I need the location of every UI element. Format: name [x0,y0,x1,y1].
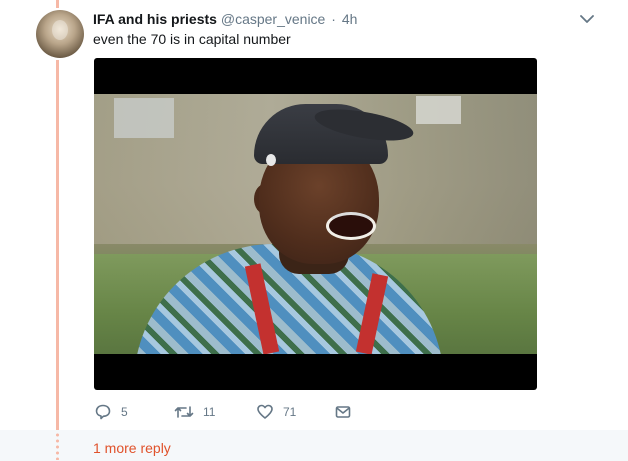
tweet-header: IFA and his priests @casper_venice · 4h [93,10,357,28]
retweet-icon [174,403,194,421]
avatar[interactable] [36,10,84,58]
reply-count: 5 [121,405,128,419]
chevron-down-icon[interactable] [578,10,596,28]
video-still [94,94,537,354]
reply-icon [94,403,112,421]
separator-dot: · [331,11,336,27]
direct-message-button[interactable] [334,402,352,422]
like-button[interactable]: 71 [256,402,296,422]
thread-line [56,60,59,430]
tweet[interactable]: IFA and his priests @casper_venice · 4h … [0,0,628,430]
author-handle[interactable]: @casper_venice [221,11,326,27]
more-replies-link[interactable]: 1 more reply [93,439,171,457]
author-name[interactable]: IFA and his priests [93,11,217,27]
envelope-icon [334,403,352,421]
heart-icon [256,403,274,421]
thread-dots [55,432,60,460]
like-count: 71 [283,405,297,419]
retweet-button[interactable]: 11 [174,402,215,422]
retweet-count: 11 [203,405,216,419]
thread-line-top [56,0,59,8]
tweet-timestamp[interactable]: 4h [342,11,358,27]
tweet-text: even the 70 is in capital number [93,31,291,47]
tweet-media-image[interactable] [94,58,537,390]
reply-button[interactable]: 5 [94,402,128,422]
tweet-actions: 5 11 71 [94,402,394,422]
